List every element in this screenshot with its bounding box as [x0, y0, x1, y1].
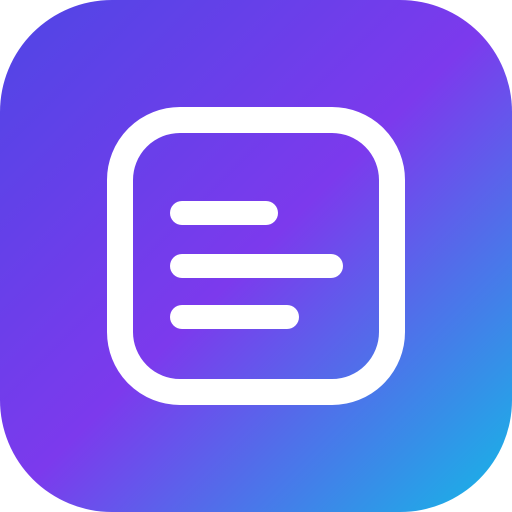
app-icon [0, 0, 512, 512]
app-icon-graphic [0, 0, 512, 512]
